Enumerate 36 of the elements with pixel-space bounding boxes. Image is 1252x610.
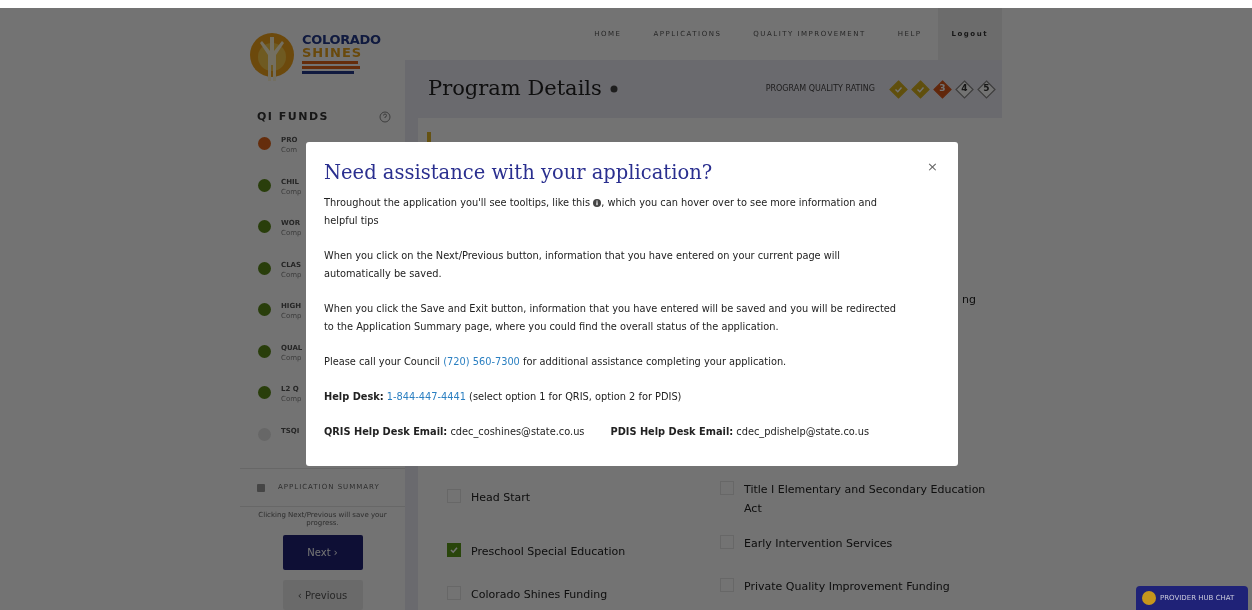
checkbox[interactable] [447,543,461,557]
info-icon[interactable] [609,85,618,93]
next-button[interactable]: Next › [282,535,363,570]
checkbox-label: Early Intervention Services [744,536,893,552]
dialog-paragraph: When you click on the Next/Previous button, information that you have entered on your current page will automatically be saved. [324,249,841,281]
phone-link[interactable]: (720) 560-7300 [443,356,520,367]
checkbox-label: Colorado Shines Funding [471,587,608,603]
tooltip-paragraph: Throughout the application you'll see tooltips, like this , which you can hover over to see more information and helpful tips [324,196,878,228]
rating-diamond: 4 [955,79,974,99]
checkbox-label: Preschool Special Education [471,544,626,560]
previous-button[interactable]: ‹ Previous [282,580,363,610]
logo-text: SHINES [302,46,364,59]
rating-diamond: 5 [977,79,996,99]
rating-label: PROGRAM QUALITY RATING [765,83,875,95]
email-text: PDIS Help Desk Email: cdec_pdishelp@state.co.us [610,425,870,440]
logo-text: COLORADO [302,33,381,46]
info-icon [593,199,602,207]
rating-diamond: 3 [933,79,952,99]
checkbox-label: Head Start [471,490,531,506]
sidebar-title: QI FUNDS [257,108,329,125]
page-title: Program Details [428,75,602,103]
checkbox-label: Title I Elementary and Secondary Education Act [744,482,987,517]
checkbox-label: Private Quality Improvement Funding [744,579,950,595]
summary-icon [256,482,266,493]
chat-avatar-icon [1142,591,1156,605]
close-button[interactable]: × [927,160,938,173]
council-paragraph: Please call your Council (720) 560-7300 for additional assistance completing your application. [324,355,788,369]
dialog-title: Need assistance with your application? [324,160,713,186]
dialog-paragraph: When you click the Save and Exit button, information that you have entered will be saved and you will be redirected to the Application Summary page, where you could find the overall status of the application. [324,302,897,334]
phone-link[interactable]: 1-844-447-4441 [386,391,466,402]
checkmark-icon [449,545,459,555]
logo-tagline-drawing [302,61,360,75]
email-text: QRIS Help Desk Email: cdec_coshines@state.co.us [324,425,585,440]
help-icon[interactable] [379,111,391,123]
help-desk-paragraph: Help Desk: 1-844-447-4441 (select option 1 for QRIS, option 2 for PDIS) [324,390,683,404]
option-label: ng [962,291,976,308]
